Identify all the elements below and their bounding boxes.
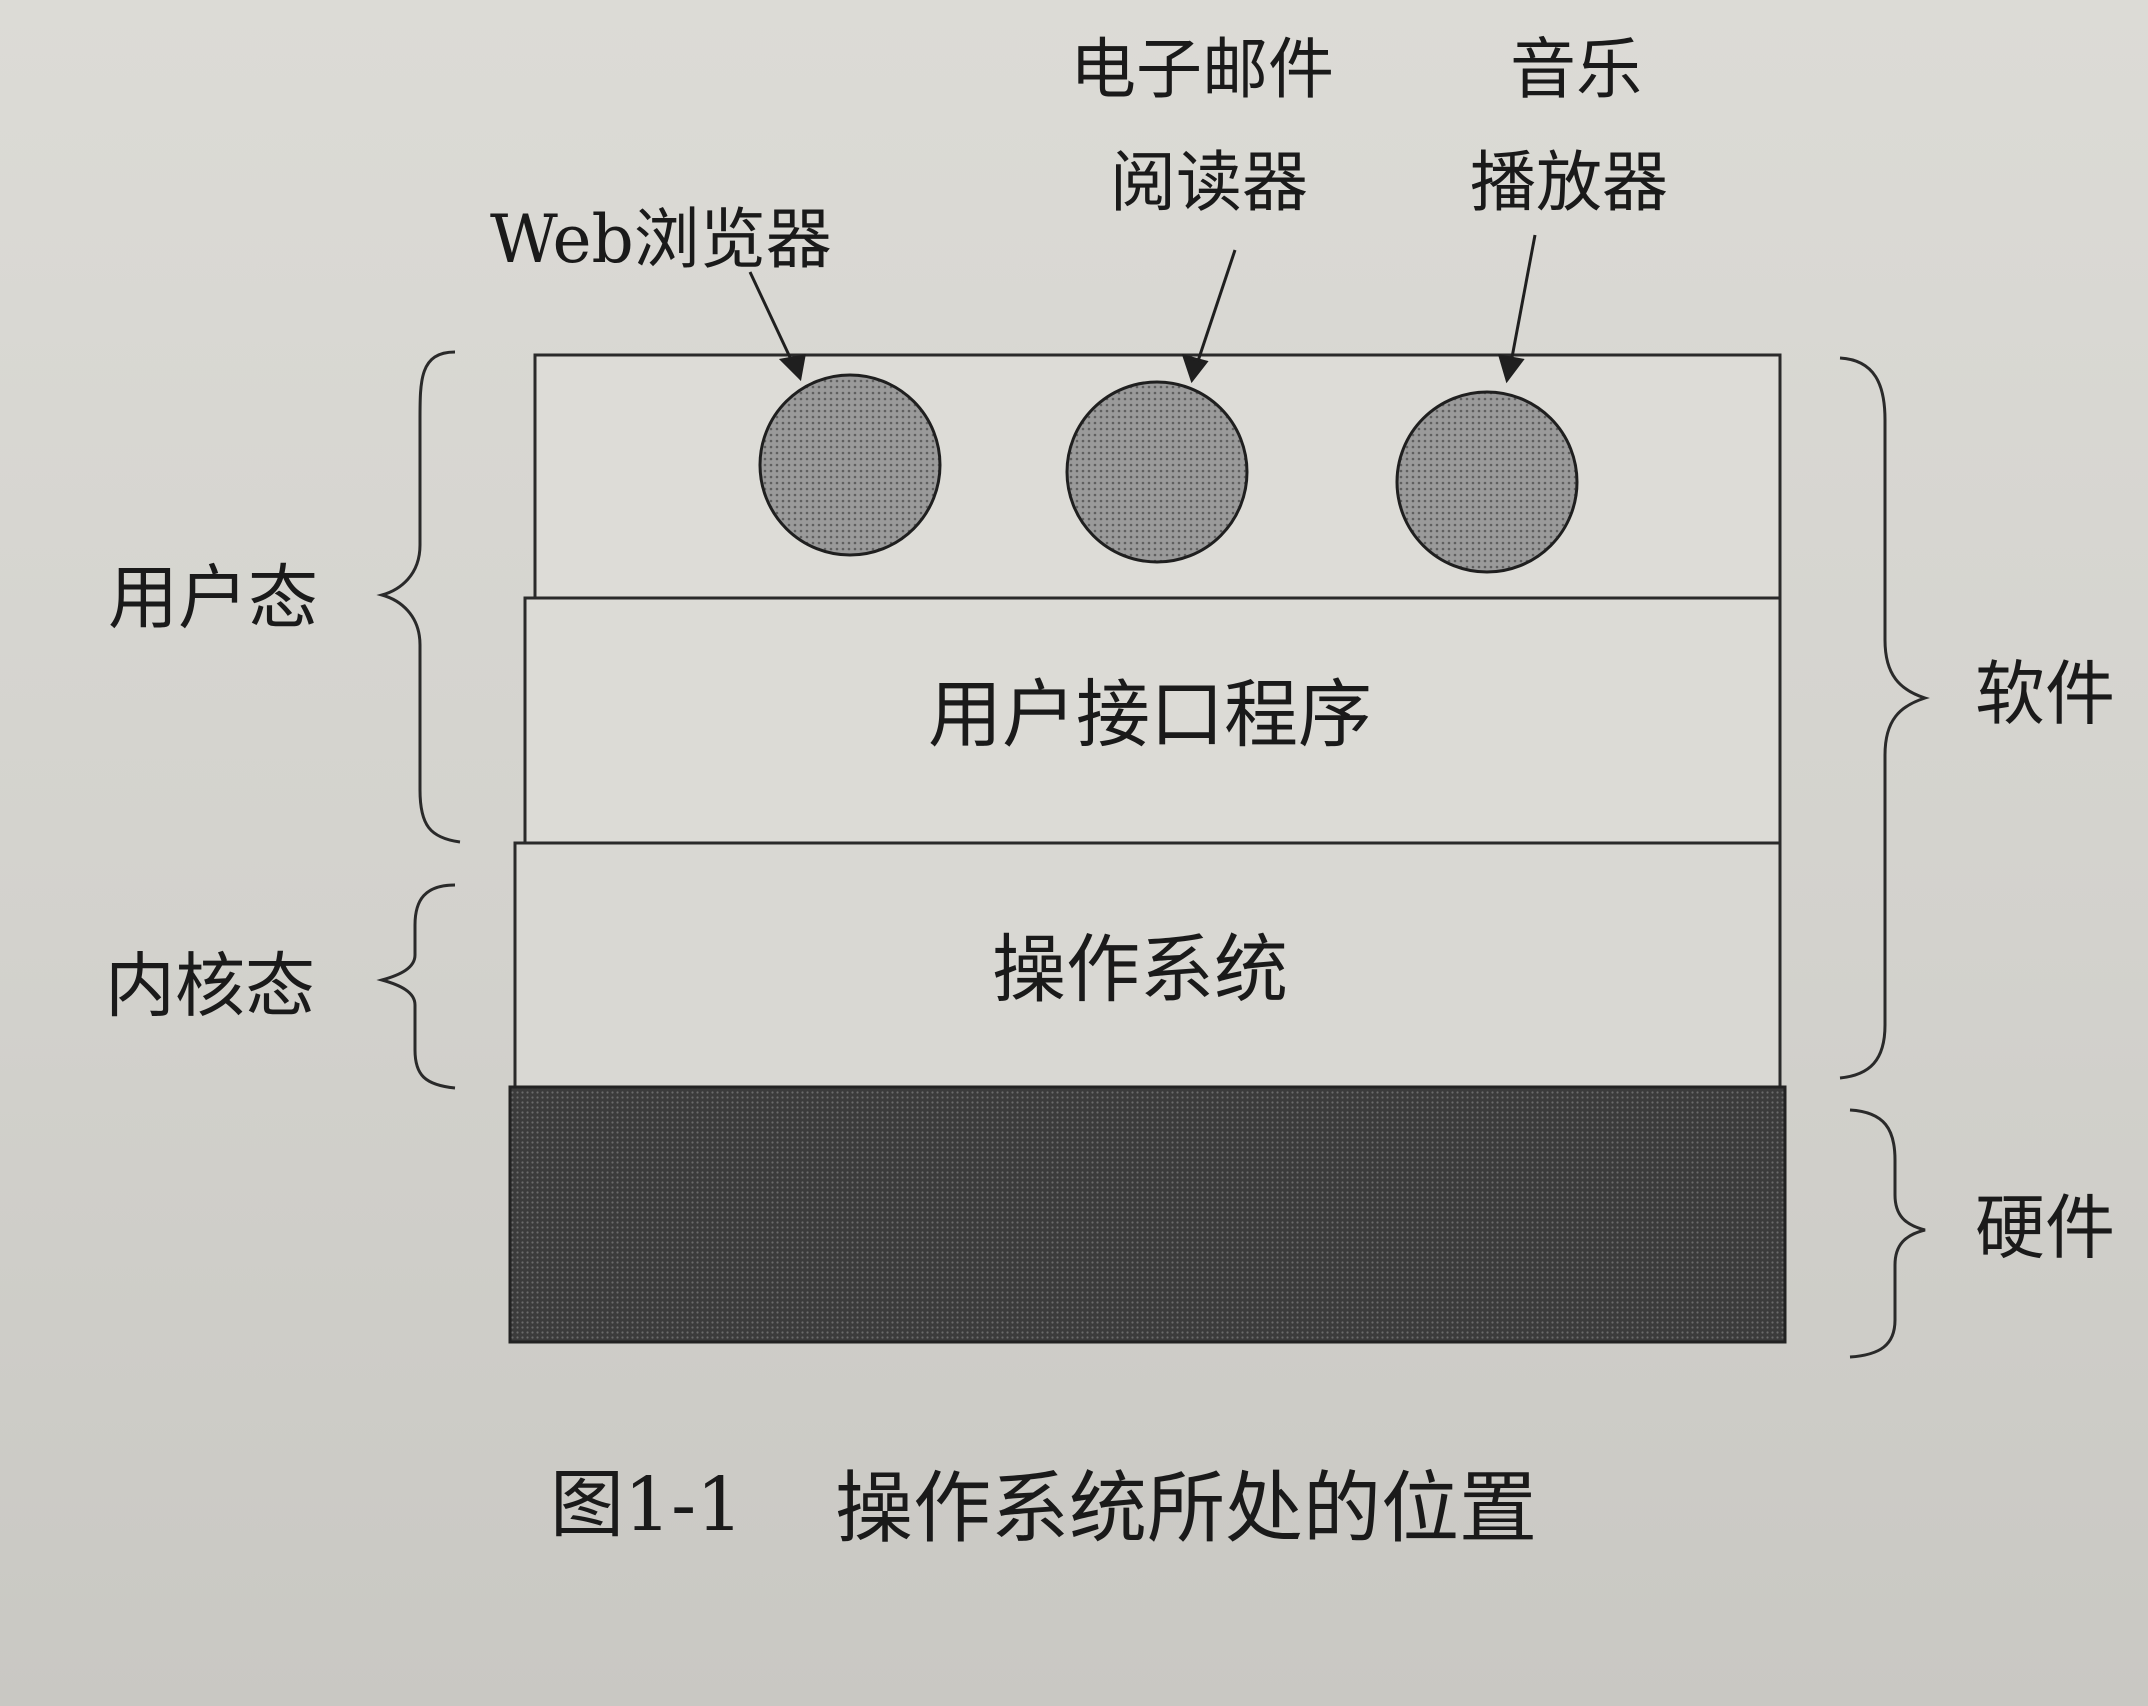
user-mode-brace [376, 350, 461, 844]
email-label-line1: 电子邮件 [1070, 31, 1334, 108]
os-label: 操作系统 [992, 927, 1288, 1013]
email-label-line2: 阅读器 [1110, 144, 1308, 221]
music-app-circle [1395, 390, 1579, 574]
email-app-circle [1065, 380, 1249, 564]
hardware-layer-box [508, 1085, 1787, 1344]
kernel-mode-brace [376, 883, 456, 1090]
kernel-mode-label: 内核态 [105, 945, 315, 1027]
figure-page: Web浏览器 电子邮件 阅读器 音乐 播放器 用户接口程序 操作系统 用户态 内… [0, 0, 2148, 1706]
os-position-diagram: Web浏览器 电子邮件 阅读器 音乐 播放器 用户接口程序 操作系统 用户态 内… [105, 31, 2115, 1554]
figure-number: 图1-1 [550, 1462, 743, 1548]
software-label: 软件 [1975, 653, 2115, 735]
software-brace [1839, 356, 1930, 1080]
ui-program-label: 用户接口程序 [928, 672, 1372, 758]
hardware-brace [1849, 1108, 1926, 1359]
user-mode-label: 用户态 [108, 557, 318, 639]
browser-app-circle [758, 373, 942, 557]
music-label-line1: 音乐 [1510, 31, 1642, 108]
music-label-line2: 播放器 [1470, 144, 1668, 221]
browser-label: Web浏览器 [490, 201, 832, 278]
figure-caption: 操作系统所处的位置 [835, 1464, 1537, 1554]
hardware-label: 硬件 [1975, 1187, 2115, 1269]
